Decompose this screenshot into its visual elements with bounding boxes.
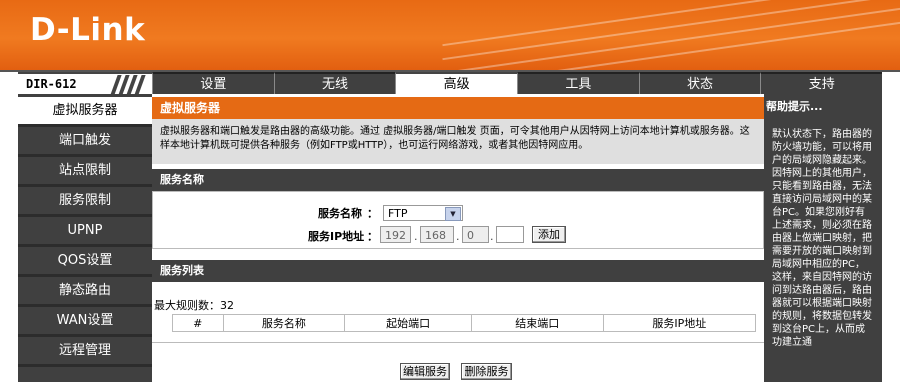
service-list-section-title: 服务列表 [152, 260, 764, 282]
sidebar-item-service-restriction[interactable]: 服务限制 [18, 187, 152, 217]
delete-service-button[interactable]: 删除服务 [461, 363, 512, 380]
virtual-server-title: 虚拟服务器 [152, 97, 764, 119]
ip-octet-2[interactable]: 168 [420, 226, 454, 243]
tab-support[interactable]: 支持 [760, 72, 883, 94]
add-button[interactable]: 添加 [532, 226, 566, 243]
column-header-service-name: 服务名称 [222, 314, 346, 332]
ip-separator: . [490, 230, 494, 243]
help-title: 帮助提示... [766, 100, 823, 113]
sidebar-item-static-route[interactable]: 静态路由 [18, 277, 152, 307]
tab-advanced[interactable]: 高级 [395, 72, 518, 94]
tab-status[interactable]: 状态 [638, 72, 761, 94]
virtual-server-description: 虚拟服务器和端口触发是路由器的高级功能。通过 虚拟服务器/端口触发 页面，可令其… [152, 119, 764, 164]
column-header-end-port: 结束端口 [470, 314, 604, 332]
model-label-box: DIR-612 [18, 72, 152, 96]
table-header-row: # 服务名称 起始端口 结束端口 服务IP地址 [172, 314, 757, 332]
sidebar-item-site-restriction[interactable]: 站点限制 [18, 157, 152, 187]
edit-service-button[interactable]: 编辑服务 [400, 363, 450, 380]
service-list-table: # 服务名称 起始端口 结束端口 服务IP地址 [172, 314, 757, 332]
help-text: 默认状态下，路由器的防火墙功能，可以将用户的局域网隐藏起来。因特网上的其他用户，… [772, 129, 872, 348]
ip-octet-4[interactable] [496, 226, 524, 243]
service-ip-colon: ： [367, 230, 378, 243]
main-content: 虚拟服务器 虚拟服务器和端口触发是路由器的高级功能。通过 虚拟服务器/端口触发 … [152, 94, 764, 382]
tab-wireless[interactable]: 无线 [273, 72, 396, 94]
ip-octet-3[interactable]: 0 [462, 226, 489, 243]
sidebar-item-port-trigger[interactable]: 端口触发 [18, 127, 152, 157]
service-name-colon: ： [367, 207, 378, 220]
service-name-section-title: 服务名称 [152, 169, 764, 191]
service-ip-label: 服务IP地址 [308, 230, 365, 243]
max-rules-text: 最大规则数：32 [154, 299, 234, 312]
ip-octet-1[interactable]: 192 [380, 226, 411, 243]
tab-tools[interactable]: 工具 [517, 72, 639, 94]
help-panel: 帮助提示... 默认状态下，路由器的防火墙功能，可以将用户的局域网隐藏起来。因特… [764, 94, 882, 382]
model-decoration [106, 74, 152, 96]
sidebar-item-qos[interactable]: QOS设置 [18, 247, 152, 277]
column-header-number: # [172, 314, 224, 332]
tab-setup[interactable]: 设置 [152, 72, 274, 94]
sidebar: 虚拟服务器 端口触发 站点限制 服务限制 UPNP QOS设置 静态路由 WAN… [18, 94, 152, 382]
column-header-service-ip: 服务IP地址 [602, 314, 757, 332]
ip-separator: . [414, 230, 418, 243]
model-label: DIR-612 [26, 77, 77, 91]
service-name-select[interactable]: FTP ▼ [383, 205, 463, 221]
header-banner: D-Link [0, 0, 900, 70]
top-tabs: 设置 无线 高级 工具 状态 支持 [152, 72, 883, 94]
sidebar-item-remote-management[interactable]: 远程管理 [18, 337, 152, 367]
service-name-value: FTP [388, 207, 408, 220]
chevron-down-icon[interactable]: ▼ [445, 207, 461, 221]
section-divider [152, 342, 764, 343]
column-header-start-port: 起始端口 [344, 314, 472, 332]
ip-separator: . [456, 230, 460, 243]
sidebar-item-virtual-server[interactable]: 虚拟服务器 [18, 97, 152, 127]
sidebar-item-wan[interactable]: WAN设置 [18, 307, 152, 337]
service-name-label: 服务名称 [318, 207, 362, 220]
sidebar-item-upnp[interactable]: UPNP [18, 217, 152, 247]
dlink-logo: D-Link [30, 12, 146, 48]
